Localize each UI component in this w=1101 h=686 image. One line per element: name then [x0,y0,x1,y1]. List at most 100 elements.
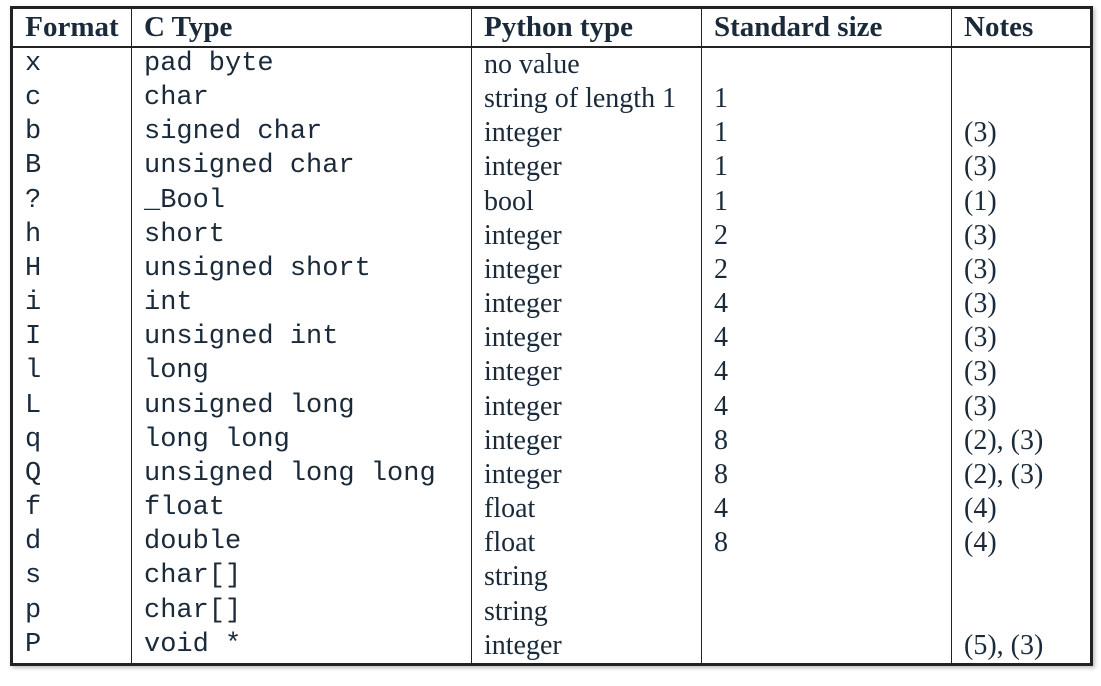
cell-pytype: string of length 1 [472,82,702,116]
cell-pytype: bool [472,185,702,219]
cell-format: s [12,560,132,594]
cell-pytype: integer [472,355,702,389]
table-header-row: Format C Type Python type Standard size … [12,8,1092,48]
cell-ctype: unsigned char [132,150,472,184]
cell-notes [952,560,1092,594]
cell-pytype: float [472,526,702,560]
cell-notes: (3) [952,355,1092,389]
cell-pytype: integer [472,424,702,458]
cell-notes: (4) [952,526,1092,560]
cell-size: 4 [702,492,952,526]
table-row: ffloatfloat4(4) [12,492,1092,526]
cell-ctype: pad byte [132,47,472,82]
cell-ctype: long [132,355,472,389]
cell-size: 2 [702,219,952,253]
table-row: hshortinteger2(3) [12,219,1092,253]
cell-pytype: string [472,560,702,594]
cell-ctype: short [132,219,472,253]
cell-ctype: unsigned int [132,321,472,355]
col-header-size: Standard size [702,8,952,48]
struct-format-table: Format C Type Python type Standard size … [10,6,1093,666]
cell-ctype: signed char [132,116,472,150]
col-header-format: Format [12,8,132,48]
table-row: Bunsigned charinteger1(3) [12,150,1092,184]
table-row: ddoublefloat8(4) [12,526,1092,560]
cell-ctype: char[] [132,595,472,629]
cell-size: 4 [702,321,952,355]
cell-pytype: integer [472,321,702,355]
cell-format: L [12,390,132,424]
cell-pytype: integer [472,390,702,424]
cell-format: q [12,424,132,458]
table-row: pchar[]string [12,595,1092,629]
cell-size: 1 [702,150,952,184]
cell-size: 1 [702,116,952,150]
cell-ctype: int [132,287,472,321]
cell-notes: (1) [952,185,1092,219]
table-row: Pvoid *integer (5), (3) [12,629,1092,665]
cell-ctype: unsigned long [132,390,472,424]
cell-size: 1 [702,82,952,116]
cell-notes [952,47,1092,82]
table-row: llonginteger4(3) [12,355,1092,389]
table-row: Hunsigned shortinteger2(3) [12,253,1092,287]
table-row: ?_Boolbool1(1) [12,185,1092,219]
cell-size: 2 [702,253,952,287]
col-header-ctype: C Type [132,8,472,48]
cell-size: 4 [702,355,952,389]
table-row: qlong longinteger8(2), (3) [12,424,1092,458]
table-row: iintinteger4(3) [12,287,1092,321]
table-row: ccharstring of length 11 [12,82,1092,116]
cell-pytype: float [472,492,702,526]
cell-size [702,629,952,665]
cell-size: 4 [702,390,952,424]
cell-notes [952,595,1092,629]
table-body: xpad byteno valueccharstring of length 1… [12,47,1092,664]
table-row: schar[]string [12,560,1092,594]
cell-pytype: integer [472,458,702,492]
table-row: Iunsigned intinteger4(3) [12,321,1092,355]
cell-notes: (3) [952,219,1092,253]
cell-size [702,47,952,82]
cell-format: d [12,526,132,560]
col-header-pytype: Python type [472,8,702,48]
cell-format: x [12,47,132,82]
cell-pytype: integer [472,629,702,665]
cell-format: l [12,355,132,389]
cell-ctype: unsigned short [132,253,472,287]
cell-format: H [12,253,132,287]
cell-pytype: integer [472,253,702,287]
col-header-notes: Notes [952,8,1092,48]
cell-size: 1 [702,185,952,219]
cell-ctype: _Bool [132,185,472,219]
cell-notes: (5), (3) [952,629,1092,665]
cell-notes [952,82,1092,116]
cell-pytype: integer [472,116,702,150]
cell-size: 8 [702,458,952,492]
cell-format: p [12,595,132,629]
cell-format: P [12,629,132,665]
cell-format: h [12,219,132,253]
cell-notes: (4) [952,492,1092,526]
cell-pytype: no value [472,47,702,82]
cell-size: 4 [702,287,952,321]
cell-size: 8 [702,526,952,560]
cell-ctype: double [132,526,472,560]
cell-notes: (3) [952,253,1092,287]
cell-format: Q [12,458,132,492]
cell-format: I [12,321,132,355]
cell-size [702,595,952,629]
cell-pytype: integer [472,287,702,321]
cell-format: f [12,492,132,526]
table-row: bsigned charinteger1(3) [12,116,1092,150]
cell-notes: (3) [952,150,1092,184]
cell-notes: (3) [952,287,1092,321]
cell-notes: (3) [952,390,1092,424]
cell-pytype: string [472,595,702,629]
cell-format: ? [12,185,132,219]
cell-pytype: integer [472,150,702,184]
cell-format: i [12,287,132,321]
cell-size: 8 [702,424,952,458]
cell-ctype: unsigned long long [132,458,472,492]
cell-ctype: void * [132,629,472,665]
